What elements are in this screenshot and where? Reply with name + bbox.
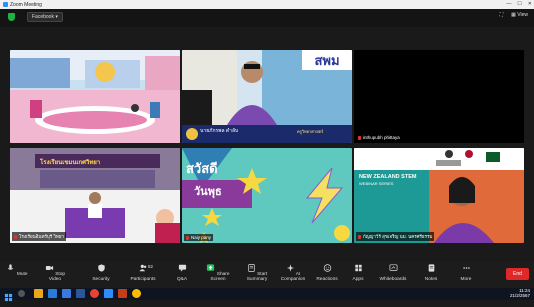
word-icon[interactable] [76,289,85,298]
muted-mic-icon [358,135,361,140]
webinar-title: NEW ZEALAND STEM [359,174,417,180]
muted-mic-icon [14,234,17,239]
windows-start-icon[interactable] [4,289,13,302]
mail-icon[interactable] [62,289,71,298]
window-titlebar: Zoom Meeting [0,0,534,9]
file-explorer-icon[interactable] [34,289,43,298]
muted-mic-icon [186,235,189,240]
zoom-taskbar-icon[interactable] [104,289,113,298]
chrome-profile-icon[interactable] [132,289,141,298]
fullscreen-icon[interactable]: ⛶ [500,12,504,18]
apps-button[interactable]: Apps [348,264,368,282]
window-controls: — ☐ ✕ [506,1,532,7]
search-icon[interactable] [18,290,25,297]
greeting-text: สวัสดี [186,161,218,176]
view-button[interactable]: ▦ View [511,12,528,18]
topbar-right: ⛶ ▦ View [500,12,528,18]
more-dots-icon [462,267,470,269]
participants-icon [139,264,146,272]
apps-icon [354,264,362,272]
minimize-button[interactable]: — [506,1,511,7]
share-screen-icon [207,264,215,271]
facebook-live-badge[interactable]: Facebook ▾ [27,12,63,22]
video-tile-3[interactable]: inthupubh phittaya [354,50,524,143]
muted-mic-icon [358,234,361,239]
start-summary-button[interactable]: Start Summary [240,264,274,282]
video-tile-4[interactable]: โรงเรียนเขมนเกศวิทยา โรงเรียนอินทร์บุรี … [10,148,180,243]
encryption-shield-icon[interactable] [8,13,15,21]
webinar-background [354,148,524,243]
security-button[interactable]: Security [88,264,114,282]
ai-sparkle-icon [286,264,294,272]
svg-text:สพม: สพม [314,53,339,68]
participants-button[interactable]: Participants [128,264,158,282]
teacher-nameplate: นายภักรพล ดำลับ [200,128,239,134]
video-tile-6[interactable]: NEW ZEALAND STEM WEBINAR SERIES กัญญาวีร… [354,148,524,243]
participant-name-tag: โรงเรียนอินทร์บุรี วิทยา [12,232,67,241]
participant-name-tag: กัญญาวีร์ สุขเจริญ นม. นครศรีธรรม [356,232,435,241]
whiteboard-icon [389,264,397,271]
participant-name-tag: Naiy pany [184,234,214,241]
school-banner-text: โรงเรียนเขมนเกศวิทยา [40,160,101,166]
ai-companion-button[interactable]: AI Companion [278,264,308,282]
window-title: Zoom Meeting [10,1,42,8]
system-clock[interactable]: 11:24 21/2/2567 [510,288,530,298]
qa-button[interactable]: Q&A [172,264,192,282]
chrome-icon[interactable] [90,289,99,298]
mute-button[interactable]: Mute [6,264,28,277]
more-button[interactable]: More [456,264,476,282]
security-shield-icon [97,264,105,272]
whiteboards-button[interactable]: Whiteboards [376,264,410,282]
qa-icon [178,264,186,272]
webinar-subtitle: WEBINAR SERIES [359,181,394,186]
video-tile-5[interactable]: สวัสดี วันพุธ Naiy pany [182,148,352,243]
share-screen-button[interactable]: Share Screen [202,264,234,282]
video-gallery: สพม นายภักรพล ดำลับ ครูวิทยาศาสตร์ inthu… [10,50,524,246]
participants-count: 82 [148,264,154,269]
edge-browser-icon[interactable] [48,289,57,298]
end-meeting-button[interactable]: End [506,268,529,280]
close-button[interactable]: ✕ [528,1,532,7]
participant-name-tag: inthupubh phittaya [356,134,402,141]
video-camera-icon [45,266,53,270]
notes-icon [428,264,434,272]
reactions-button[interactable]: Reactions [314,264,340,282]
classroom-video [10,50,180,143]
greeting-day-text: วันพุธ [194,186,222,198]
teacher-nameplate-subtitle: ครูวิทยาศาสตร์ [297,129,324,134]
meeting-topbar [0,9,534,27]
smiley-icon [323,264,331,272]
maximize-button[interactable]: ☐ [517,1,521,7]
microphone-icon [8,264,14,270]
video-tile-2[interactable]: สพม นายภักรพล ดำลับ ครูวิทยาศาสตร์ [182,50,352,143]
video-tile-1[interactable] [10,50,180,143]
stop-video-button[interactable]: Stop Video [40,264,70,282]
powerpoint-icon[interactable] [118,289,127,298]
summary-icon [248,264,255,272]
notes-button[interactable]: Notes [420,264,442,282]
zoom-app-icon [3,2,8,7]
